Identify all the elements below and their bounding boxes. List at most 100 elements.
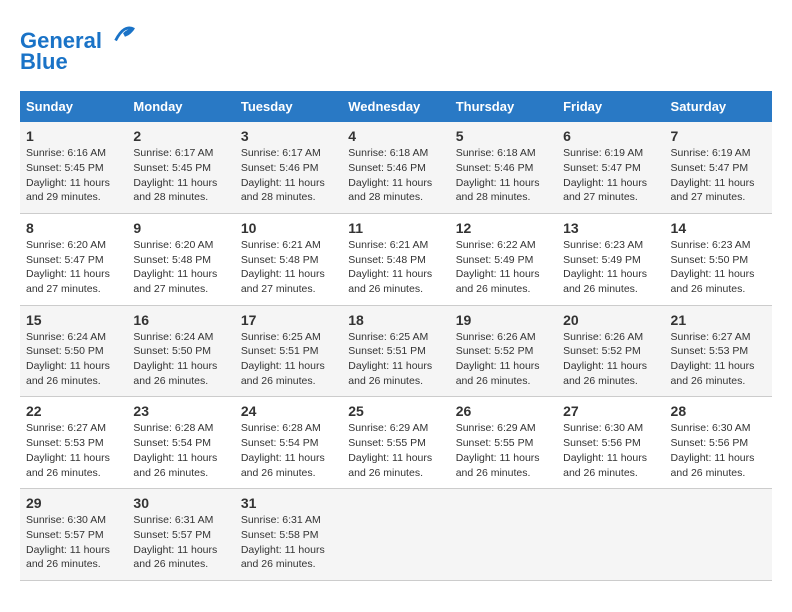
day-info: Sunrise: 6:27 AM Sunset: 5:53 PM Dayligh… (26, 421, 121, 480)
calendar-cell: 11 Sunrise: 6:21 AM Sunset: 5:48 PM Dayl… (342, 213, 449, 305)
weekday-header: Monday (127, 91, 234, 122)
calendar-cell: 22 Sunrise: 6:27 AM Sunset: 5:53 PM Dayl… (20, 397, 127, 489)
calendar-week-row: 15 Sunrise: 6:24 AM Sunset: 5:50 PM Dayl… (20, 305, 772, 397)
calendar-week-row: 29 Sunrise: 6:30 AM Sunset: 5:57 PM Dayl… (20, 489, 772, 581)
calendar-cell (557, 489, 664, 581)
calendar-cell: 15 Sunrise: 6:24 AM Sunset: 5:50 PM Dayl… (20, 305, 127, 397)
day-number: 28 (671, 403, 766, 419)
day-info: Sunrise: 6:16 AM Sunset: 5:45 PM Dayligh… (26, 146, 121, 205)
calendar-cell (665, 489, 772, 581)
weekday-header: Tuesday (235, 91, 342, 122)
day-number: 21 (671, 312, 766, 328)
day-info: Sunrise: 6:30 AM Sunset: 5:56 PM Dayligh… (671, 421, 766, 480)
page-header: General Blue (20, 20, 772, 75)
calendar-header-row: SundayMondayTuesdayWednesdayThursdayFrid… (20, 91, 772, 122)
day-number: 29 (26, 495, 121, 511)
calendar-cell: 8 Sunrise: 6:20 AM Sunset: 5:47 PM Dayli… (20, 213, 127, 305)
day-number: 12 (456, 220, 551, 236)
day-info: Sunrise: 6:23 AM Sunset: 5:49 PM Dayligh… (563, 238, 658, 297)
day-info: Sunrise: 6:30 AM Sunset: 5:57 PM Dayligh… (26, 513, 121, 572)
calendar-cell: 29 Sunrise: 6:30 AM Sunset: 5:57 PM Dayl… (20, 489, 127, 581)
day-info: Sunrise: 6:17 AM Sunset: 5:45 PM Dayligh… (133, 146, 228, 205)
day-number: 10 (241, 220, 336, 236)
day-number: 31 (241, 495, 336, 511)
day-info: Sunrise: 6:21 AM Sunset: 5:48 PM Dayligh… (241, 238, 336, 297)
day-number: 3 (241, 128, 336, 144)
day-info: Sunrise: 6:19 AM Sunset: 5:47 PM Dayligh… (563, 146, 658, 205)
day-number: 8 (26, 220, 121, 236)
calendar-cell: 12 Sunrise: 6:22 AM Sunset: 5:49 PM Dayl… (450, 213, 557, 305)
calendar-week-row: 8 Sunrise: 6:20 AM Sunset: 5:47 PM Dayli… (20, 213, 772, 305)
calendar-cell: 31 Sunrise: 6:31 AM Sunset: 5:58 PM Dayl… (235, 489, 342, 581)
calendar-cell: 20 Sunrise: 6:26 AM Sunset: 5:52 PM Dayl… (557, 305, 664, 397)
calendar-cell: 10 Sunrise: 6:21 AM Sunset: 5:48 PM Dayl… (235, 213, 342, 305)
day-info: Sunrise: 6:29 AM Sunset: 5:55 PM Dayligh… (456, 421, 551, 480)
calendar-cell: 25 Sunrise: 6:29 AM Sunset: 5:55 PM Dayl… (342, 397, 449, 489)
calendar-cell: 9 Sunrise: 6:20 AM Sunset: 5:48 PM Dayli… (127, 213, 234, 305)
day-number: 6 (563, 128, 658, 144)
day-info: Sunrise: 6:20 AM Sunset: 5:48 PM Dayligh… (133, 238, 228, 297)
calendar-cell: 16 Sunrise: 6:24 AM Sunset: 5:50 PM Dayl… (127, 305, 234, 397)
day-info: Sunrise: 6:24 AM Sunset: 5:50 PM Dayligh… (26, 330, 121, 389)
calendar-week-row: 22 Sunrise: 6:27 AM Sunset: 5:53 PM Dayl… (20, 397, 772, 489)
weekday-header: Sunday (20, 91, 127, 122)
day-number: 16 (133, 312, 228, 328)
day-number: 18 (348, 312, 443, 328)
day-info: Sunrise: 6:21 AM Sunset: 5:48 PM Dayligh… (348, 238, 443, 297)
day-info: Sunrise: 6:30 AM Sunset: 5:56 PM Dayligh… (563, 421, 658, 480)
day-number: 13 (563, 220, 658, 236)
day-info: Sunrise: 6:31 AM Sunset: 5:58 PM Dayligh… (241, 513, 336, 572)
calendar-cell: 21 Sunrise: 6:27 AM Sunset: 5:53 PM Dayl… (665, 305, 772, 397)
calendar-cell: 23 Sunrise: 6:28 AM Sunset: 5:54 PM Dayl… (127, 397, 234, 489)
day-number: 20 (563, 312, 658, 328)
calendar-body: 1 Sunrise: 6:16 AM Sunset: 5:45 PM Dayli… (20, 122, 772, 580)
calendar-cell (342, 489, 449, 581)
day-info: Sunrise: 6:20 AM Sunset: 5:47 PM Dayligh… (26, 238, 121, 297)
calendar-cell: 7 Sunrise: 6:19 AM Sunset: 5:47 PM Dayli… (665, 122, 772, 213)
day-number: 14 (671, 220, 766, 236)
day-number: 26 (456, 403, 551, 419)
calendar-cell: 3 Sunrise: 6:17 AM Sunset: 5:46 PM Dayli… (235, 122, 342, 213)
calendar-cell: 1 Sunrise: 6:16 AM Sunset: 5:45 PM Dayli… (20, 122, 127, 213)
day-number: 22 (26, 403, 121, 419)
day-info: Sunrise: 6:26 AM Sunset: 5:52 PM Dayligh… (456, 330, 551, 389)
day-info: Sunrise: 6:18 AM Sunset: 5:46 PM Dayligh… (348, 146, 443, 205)
calendar-cell: 19 Sunrise: 6:26 AM Sunset: 5:52 PM Dayl… (450, 305, 557, 397)
calendar-cell: 30 Sunrise: 6:31 AM Sunset: 5:57 PM Dayl… (127, 489, 234, 581)
day-number: 27 (563, 403, 658, 419)
day-info: Sunrise: 6:22 AM Sunset: 5:49 PM Dayligh… (456, 238, 551, 297)
day-number: 4 (348, 128, 443, 144)
calendar-cell: 13 Sunrise: 6:23 AM Sunset: 5:49 PM Dayl… (557, 213, 664, 305)
calendar-cell: 24 Sunrise: 6:28 AM Sunset: 5:54 PM Dayl… (235, 397, 342, 489)
day-number: 17 (241, 312, 336, 328)
weekday-header: Friday (557, 91, 664, 122)
day-number: 1 (26, 128, 121, 144)
day-number: 5 (456, 128, 551, 144)
logo: General Blue (20, 20, 138, 75)
day-info: Sunrise: 6:26 AM Sunset: 5:52 PM Dayligh… (563, 330, 658, 389)
calendar-cell: 26 Sunrise: 6:29 AM Sunset: 5:55 PM Dayl… (450, 397, 557, 489)
weekday-header: Saturday (665, 91, 772, 122)
weekday-header: Wednesday (342, 91, 449, 122)
day-info: Sunrise: 6:28 AM Sunset: 5:54 PM Dayligh… (133, 421, 228, 480)
day-info: Sunrise: 6:17 AM Sunset: 5:46 PM Dayligh… (241, 146, 336, 205)
day-info: Sunrise: 6:23 AM Sunset: 5:50 PM Dayligh… (671, 238, 766, 297)
day-info: Sunrise: 6:18 AM Sunset: 5:46 PM Dayligh… (456, 146, 551, 205)
day-number: 2 (133, 128, 228, 144)
calendar-week-row: 1 Sunrise: 6:16 AM Sunset: 5:45 PM Dayli… (20, 122, 772, 213)
calendar-cell: 18 Sunrise: 6:25 AM Sunset: 5:51 PM Dayl… (342, 305, 449, 397)
day-info: Sunrise: 6:28 AM Sunset: 5:54 PM Dayligh… (241, 421, 336, 480)
calendar-table: SundayMondayTuesdayWednesdayThursdayFrid… (20, 91, 772, 581)
calendar-cell: 14 Sunrise: 6:23 AM Sunset: 5:50 PM Dayl… (665, 213, 772, 305)
day-info: Sunrise: 6:31 AM Sunset: 5:57 PM Dayligh… (133, 513, 228, 572)
calendar-cell: 4 Sunrise: 6:18 AM Sunset: 5:46 PM Dayli… (342, 122, 449, 213)
day-number: 9 (133, 220, 228, 236)
calendar-cell: 17 Sunrise: 6:25 AM Sunset: 5:51 PM Dayl… (235, 305, 342, 397)
day-info: Sunrise: 6:24 AM Sunset: 5:50 PM Dayligh… (133, 330, 228, 389)
calendar-cell: 6 Sunrise: 6:19 AM Sunset: 5:47 PM Dayli… (557, 122, 664, 213)
day-info: Sunrise: 6:27 AM Sunset: 5:53 PM Dayligh… (671, 330, 766, 389)
calendar-cell: 5 Sunrise: 6:18 AM Sunset: 5:46 PM Dayli… (450, 122, 557, 213)
weekday-header: Thursday (450, 91, 557, 122)
day-info: Sunrise: 6:19 AM Sunset: 5:47 PM Dayligh… (671, 146, 766, 205)
calendar-cell: 27 Sunrise: 6:30 AM Sunset: 5:56 PM Dayl… (557, 397, 664, 489)
